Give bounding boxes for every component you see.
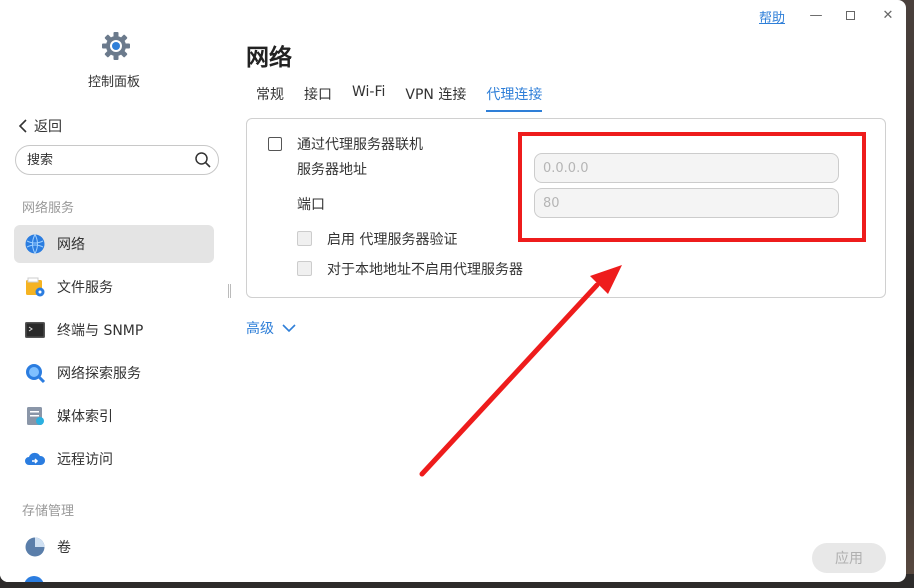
sidebar-item-label: 卷	[57, 540, 71, 556]
sidebar-item-network-discovery[interactable]: 网络探索服务	[14, 354, 214, 392]
sidebar-item-file-services[interactable]: 文件服务	[14, 268, 214, 306]
maximize-button[interactable]	[839, 4, 861, 26]
bypass-local-checkbox[interactable]	[297, 261, 312, 276]
sidebar-item-label: 网络探索服务	[57, 366, 141, 382]
group-label-storage: 存储管理	[22, 504, 75, 519]
tab-general[interactable]: 常规	[256, 84, 284, 112]
apply-button[interactable]: 应用	[812, 543, 886, 573]
sidebar-next-item-icon	[24, 576, 44, 582]
search-input[interactable]	[25, 152, 189, 169]
globe-icon	[24, 233, 46, 255]
tab-interface[interactable]: 接口	[304, 84, 332, 112]
group-label-network-services: 网络服务	[22, 201, 75, 216]
server-address-label: 服务器地址	[297, 162, 367, 178]
sidebar-item-terminal-snmp[interactable]: 终端与 SNMP	[14, 311, 214, 349]
close-button[interactable]: ✕	[877, 4, 899, 26]
gear-icon	[102, 32, 130, 60]
sidebar-item-label: 媒体索引	[57, 409, 113, 425]
proxy-auth-label: 启用 代理服务器验证	[327, 232, 458, 248]
sidebar: 控制面板 返回 网络服务 网络	[0, 0, 232, 582]
port-label: 端口	[297, 197, 325, 213]
maximize-icon	[845, 10, 855, 20]
sidebar-resize-handle[interactable]	[228, 284, 231, 298]
control-panel-window: 帮助 — ✕ 控制面板 返回 搜索 网络服务 网络 文件服务 终端与 SNMP …	[0, 0, 906, 582]
chevron-down-icon	[282, 323, 296, 332]
sidebar-item-remote-access[interactable]: 远程访问	[14, 440, 214, 478]
help-link[interactable]: 帮助	[759, 7, 785, 26]
minimize-button[interactable]: —	[805, 4, 827, 26]
discovery-icon	[24, 362, 46, 384]
back-button[interactable]: 返回	[18, 116, 62, 136]
terminal-icon	[24, 319, 46, 341]
bypass-local-label: 对于本地地址不启用代理服务器	[327, 262, 523, 278]
media-index-icon	[24, 405, 46, 427]
proxy-auth-checkbox[interactable]	[297, 231, 312, 246]
sidebar-item-volume[interactable]: 卷	[14, 528, 214, 566]
enable-proxy-checkbox[interactable]	[268, 137, 282, 151]
sidebar-item-label: 远程访问	[57, 452, 113, 468]
sidebar-item-label: 终端与 SNMP	[57, 323, 144, 339]
enable-proxy-label: 通过代理服务器联机	[297, 137, 423, 153]
sidebar-item-media-index[interactable]: 媒体索引	[14, 397, 214, 435]
tab-vpn[interactable]: VPN 连接	[405, 84, 466, 112]
tab-bar: 常规 接口 Wi-Fi VPN 连接 代理连接	[256, 84, 562, 112]
sidebar-item-label: 文件服务	[57, 280, 113, 296]
sidebar-item-network[interactable]: 网络	[14, 225, 214, 263]
app-title: 控制面板	[88, 75, 141, 90]
file-service-icon	[24, 276, 46, 298]
advanced-label: 高级	[246, 321, 274, 337]
tab-proxy[interactable]: 代理连接	[486, 84, 543, 112]
advanced-toggle[interactable]: 高级	[246, 318, 296, 338]
annotation-highlight-box	[518, 132, 866, 242]
chevron-left-icon	[18, 119, 27, 133]
search-box	[15, 145, 219, 175]
search-icon[interactable]	[194, 151, 212, 169]
tab-wifi[interactable]: Wi-Fi	[352, 84, 385, 112]
volume-icon	[24, 536, 46, 558]
back-label: 返回	[34, 119, 62, 135]
cloud-icon	[24, 448, 46, 470]
sidebar-item-label: 网络	[57, 237, 85, 253]
page-title: 网络	[246, 45, 292, 71]
